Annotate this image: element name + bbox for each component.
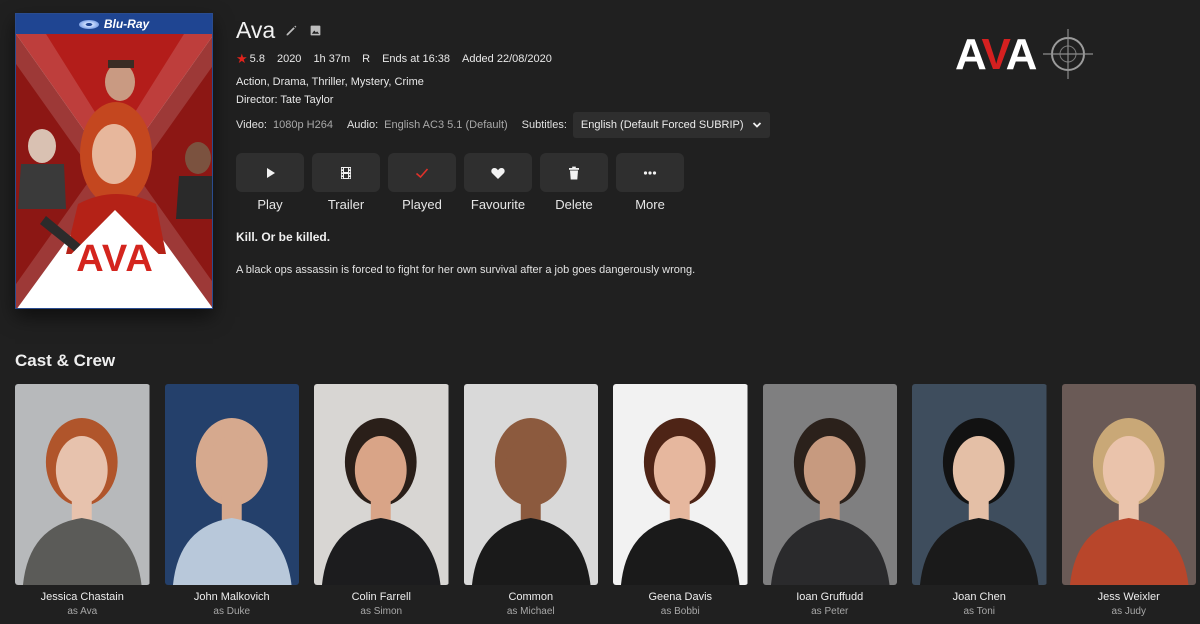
trailer-button[interactable]: Trailer bbox=[312, 153, 380, 212]
cast-role: as Toni bbox=[963, 606, 995, 617]
genres[interactable]: Action, Drama, Thriller, Mystery, Crime bbox=[236, 76, 424, 88]
cast-card[interactable]: John Malkovich as Duke bbox=[164, 384, 299, 617]
delete-label: Delete bbox=[555, 197, 593, 212]
cast-card[interactable]: Colin Farrell as Simon bbox=[314, 384, 449, 617]
video-value: 1080p H264 bbox=[273, 119, 333, 131]
star-icon: ★ bbox=[236, 51, 248, 66]
audio-label: Audio: bbox=[346, 119, 379, 131]
favourite-button[interactable]: Favourite bbox=[464, 153, 532, 212]
subtitles-label: Subtitles: bbox=[521, 119, 567, 131]
cast-role: as Judy bbox=[1111, 606, 1146, 617]
year: 2020 bbox=[276, 52, 302, 65]
edit-icon[interactable] bbox=[285, 24, 299, 38]
audio-value: English AC3 5.1 (Default) bbox=[384, 119, 508, 131]
overview: A black ops assassin is forced to fight … bbox=[236, 264, 696, 276]
more-icon bbox=[643, 170, 657, 175]
cast-card[interactable]: Ioan Gruffudd as Peter bbox=[762, 384, 897, 617]
community-rating: ★ 5.8 bbox=[236, 52, 265, 65]
director-name[interactable]: Tate Taylor bbox=[280, 94, 333, 106]
chevron-down-icon bbox=[752, 122, 761, 128]
cast-card[interactable]: Common as Michael bbox=[463, 384, 598, 617]
director-label: Director: bbox=[236, 94, 278, 106]
page-title: Ava bbox=[236, 17, 276, 43]
cast-card[interactable]: Jessica Chastain as Ava bbox=[15, 384, 150, 617]
title-logo: AVA bbox=[955, 24, 1095, 84]
poster[interactable]: Blu-Ray AVA bbox=[15, 13, 213, 309]
cast-name: Geena Davis bbox=[648, 591, 713, 603]
certification: R bbox=[362, 52, 371, 65]
page-title-row: Ava bbox=[236, 17, 323, 44]
subtitles-select[interactable]: English (Default Forced SUBRIP) bbox=[572, 112, 770, 138]
crosshair-icon bbox=[1043, 29, 1093, 79]
cast-card[interactable]: Joan Chen as Toni bbox=[912, 384, 1047, 617]
cast-card[interactable]: Jess Weixler as Judy bbox=[1061, 384, 1196, 617]
poster-title-art: AVA bbox=[76, 238, 154, 280]
cast-photo bbox=[164, 384, 299, 585]
director-row: Director: Tate Taylor bbox=[236, 94, 333, 106]
tagline: Kill. Or be killed. bbox=[236, 230, 331, 244]
logo-wordmark: AVA bbox=[955, 30, 1037, 79]
play-label: Play bbox=[257, 197, 283, 212]
play-icon bbox=[267, 167, 275, 178]
favourite-label: Favourite bbox=[470, 197, 526, 212]
action-buttons: Play Trailer Played Favourite Delete Mor… bbox=[236, 153, 684, 212]
cast-photo bbox=[912, 384, 1047, 585]
played-label: Played bbox=[402, 197, 442, 212]
cast-photo bbox=[15, 384, 150, 585]
cast-section-title: Cast & Crew bbox=[15, 351, 116, 370]
cast-photo bbox=[314, 384, 449, 585]
cast-role: as Simon bbox=[360, 606, 403, 617]
more-label: More bbox=[635, 197, 665, 212]
film-icon bbox=[341, 166, 351, 179]
cast-name: Colin Farrell bbox=[351, 591, 411, 603]
more-button[interactable]: More bbox=[616, 153, 684, 212]
cast-role: as Bobbi bbox=[660, 606, 700, 617]
cast-role: as Ava bbox=[67, 606, 98, 617]
bluray-label: Blu-Ray bbox=[103, 17, 150, 31]
trailer-label: Trailer bbox=[327, 197, 365, 212]
cast-name: Common bbox=[508, 591, 554, 603]
cast-role: as Peter bbox=[811, 606, 849, 617]
cast-name: Jess Weixler bbox=[1097, 591, 1160, 603]
cast-photo bbox=[1061, 384, 1196, 585]
heart-icon bbox=[491, 167, 505, 179]
cast-photo bbox=[762, 384, 897, 585]
play-button[interactable]: Play bbox=[236, 153, 304, 212]
cast-photo bbox=[613, 384, 748, 585]
trash-icon bbox=[569, 166, 579, 179]
bluray-disc-icon bbox=[78, 19, 99, 29]
runtime: 1h 37m bbox=[313, 52, 351, 65]
cast-name: Jessica Chastain bbox=[40, 591, 124, 603]
cast-name: Ioan Gruffudd bbox=[796, 591, 864, 603]
media-info-row: ★ 5.8 2020 1h 37m R Ends at 16:38 Added … bbox=[236, 52, 552, 65]
subtitles-value: English (Default Forced SUBRIP) bbox=[580, 119, 744, 131]
bluray-badge: Blu-Ray bbox=[16, 14, 212, 34]
delete-button[interactable]: Delete bbox=[540, 153, 608, 212]
cast-name: Joan Chen bbox=[952, 591, 1006, 603]
cast-card[interactable]: Geena Davis as Bobbi bbox=[613, 384, 748, 617]
stream-info: Video: 1080p H264 Audio: English AC3 5.1… bbox=[236, 112, 770, 138]
ends-at: Ends at 16:38 bbox=[382, 52, 450, 65]
date-added: Added 22/08/2020 bbox=[461, 52, 552, 65]
image-icon[interactable] bbox=[309, 24, 323, 38]
cast-role: as Michael bbox=[506, 606, 555, 617]
cast-name: John Malkovich bbox=[193, 591, 270, 603]
cast-role: as Duke bbox=[213, 606, 251, 617]
rating-value: 5.8 bbox=[249, 52, 265, 65]
cast-list: Jessica Chastain as Ava John Malkovich as D… bbox=[15, 384, 1196, 617]
played-button[interactable]: Played bbox=[388, 153, 456, 212]
cast-photo bbox=[463, 384, 598, 585]
video-label: Video: bbox=[236, 119, 267, 131]
check-icon bbox=[415, 167, 429, 178]
